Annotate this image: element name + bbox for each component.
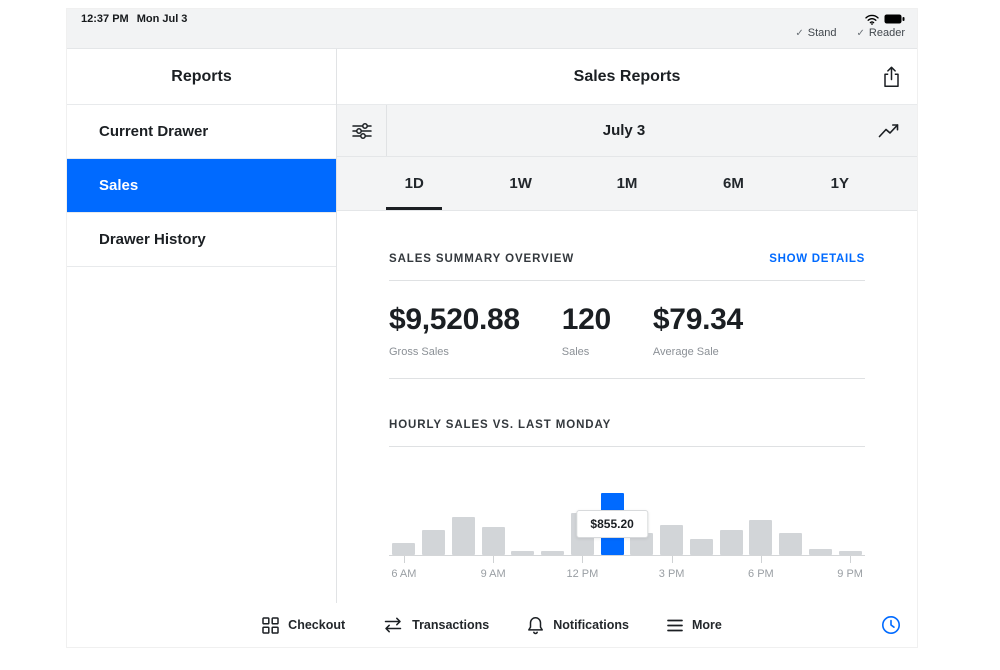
stat-label: Average Sale bbox=[652, 346, 719, 358]
status-bar: 12:37 PM Mon Jul 3 ✓ Stand ✓ Reader bbox=[67, 9, 917, 49]
chart-bar[interactable] bbox=[481, 527, 505, 555]
x-axis-label: 3 PM bbox=[658, 568, 685, 580]
stat-value: $9,520.88 bbox=[389, 303, 520, 336]
hourly-sales-chart: $855.20 6 AM 9 AM 12 PM 3 PM 6 PM 9 PM bbox=[389, 493, 865, 584]
status-time: 12:37 PM Mon Jul 3 bbox=[81, 13, 195, 25]
date-label[interactable]: July 3 bbox=[387, 105, 861, 156]
chart-tooltip: $855.20 bbox=[576, 510, 648, 538]
divider bbox=[389, 446, 865, 447]
app-screen: 12:37 PM Mon Jul 3 ✓ Stand ✓ Reader Repo… bbox=[66, 8, 918, 648]
tab-6m[interactable]: 6M bbox=[680, 157, 786, 210]
stat-gross-sales: $9,520.88 Gross Sales bbox=[389, 303, 520, 358]
bell-icon bbox=[527, 616, 544, 635]
clock-time: 12:37 PM bbox=[81, 13, 129, 25]
bottom-nav: Checkout Transactions Notifications More bbox=[67, 603, 917, 647]
menu-icon bbox=[667, 619, 683, 632]
x-axis-label: 6 AM bbox=[391, 568, 417, 580]
check-icon: ✓ bbox=[856, 27, 865, 39]
chart-bar[interactable] bbox=[749, 520, 773, 555]
page-title: Sales Reports bbox=[573, 67, 681, 85]
show-details-link[interactable]: SHOW DETAILS bbox=[769, 253, 865, 265]
chart-bar[interactable] bbox=[689, 539, 713, 555]
chart-bar[interactable] bbox=[392, 543, 416, 555]
stat-value: 120 bbox=[561, 303, 611, 336]
transactions-icon bbox=[383, 617, 403, 633]
reports-sidebar: Reports Current Drawer Sales Drawer Hist… bbox=[67, 49, 337, 603]
nav-item-transactions[interactable]: Transactions bbox=[383, 617, 489, 633]
trend-line-icon[interactable] bbox=[861, 105, 917, 156]
axis-tick bbox=[403, 556, 405, 563]
axis-row: 6 AM 9 AM 12 PM 3 PM 6 PM 9 PM bbox=[389, 556, 865, 584]
sidebar-title: Reports bbox=[67, 49, 336, 105]
nav-label: Notifications bbox=[553, 618, 629, 632]
summary-stats: $9,520.88 Gross Sales 120 Sales $79.34 A… bbox=[389, 303, 865, 358]
stat-value: $79.34 bbox=[652, 303, 743, 336]
x-axis-label: 12 PM bbox=[566, 568, 599, 580]
stat-label: Gross Sales bbox=[389, 346, 449, 358]
share-icon[interactable] bbox=[882, 66, 901, 88]
axis-tick bbox=[760, 556, 762, 563]
divider bbox=[389, 378, 865, 379]
axis-tick bbox=[582, 556, 584, 563]
axis-tick bbox=[671, 556, 673, 563]
divider bbox=[389, 280, 865, 281]
date-nav-row: July 3 bbox=[337, 105, 917, 157]
chart-bar[interactable] bbox=[838, 551, 862, 555]
chart-bar[interactable] bbox=[511, 551, 535, 555]
stat-average-sale: $79.34 Average Sale bbox=[653, 303, 743, 358]
tab-1m[interactable]: 1M bbox=[574, 157, 680, 210]
x-axis-label: 6 PM bbox=[748, 568, 774, 580]
chart-section-title: HOURLY SALES VS. LAST MONDAY bbox=[389, 419, 612, 431]
axis-tick bbox=[850, 556, 852, 563]
stand-status: ✓ Stand bbox=[795, 27, 836, 39]
reader-status: ✓ Reader bbox=[857, 27, 905, 39]
filter-sliders-icon[interactable] bbox=[337, 105, 387, 156]
nav-item-notifications[interactable]: Notifications bbox=[527, 616, 629, 635]
sidebar-item-current-drawer[interactable]: Current Drawer bbox=[67, 105, 336, 159]
check-icon: ✓ bbox=[795, 27, 804, 39]
nav-item-more[interactable]: More bbox=[667, 618, 722, 632]
chart-bar[interactable] bbox=[719, 530, 743, 555]
nav-label: Transactions bbox=[412, 618, 490, 632]
tab-1y[interactable]: 1Y bbox=[787, 157, 893, 210]
chart-bar[interactable] bbox=[541, 551, 565, 555]
summary-section-title: SALES SUMMARY OVERVIEW bbox=[389, 253, 575, 265]
nav-label: More bbox=[691, 618, 722, 632]
tab-1d[interactable]: 1D bbox=[361, 157, 467, 210]
tab-1w[interactable]: 1W bbox=[467, 157, 573, 210]
axis-tick bbox=[493, 556, 495, 563]
sidebar-item-sales[interactable]: Sales bbox=[67, 159, 336, 213]
battery-icon bbox=[884, 14, 905, 24]
nav-label: Checkout bbox=[288, 618, 346, 632]
stat-label: Sales bbox=[561, 346, 590, 358]
stat-sales-count: 120 Sales bbox=[562, 303, 611, 358]
stand-status-label: Stand bbox=[807, 27, 837, 39]
nav-item-checkout[interactable]: Checkout bbox=[262, 616, 346, 634]
range-tabs: 1D 1W 1M 6M 1Y bbox=[337, 157, 917, 211]
grid-icon bbox=[262, 616, 279, 634]
x-axis-label: 9 PM bbox=[837, 568, 863, 580]
chart-bar[interactable] bbox=[808, 549, 832, 555]
chart-bar[interactable] bbox=[660, 525, 684, 555]
report-content: SALES SUMMARY OVERVIEW SHOW DETAILS $9,5… bbox=[337, 211, 917, 603]
main-panel: Sales Reports July 3 1D 1W 1M 6M 1Y SALE… bbox=[337, 49, 917, 603]
chart-bar[interactable] bbox=[779, 533, 803, 555]
sidebar-item-drawer-history[interactable]: Drawer History bbox=[67, 213, 336, 267]
chart-bar[interactable] bbox=[451, 517, 475, 555]
status-date: Mon Jul 3 bbox=[136, 13, 188, 25]
reader-status-label: Reader bbox=[868, 27, 905, 39]
chart-bar[interactable] bbox=[422, 530, 446, 555]
x-axis-label: 9 AM bbox=[480, 568, 506, 580]
wifi-icon bbox=[865, 14, 879, 25]
clock-icon[interactable] bbox=[881, 615, 901, 635]
